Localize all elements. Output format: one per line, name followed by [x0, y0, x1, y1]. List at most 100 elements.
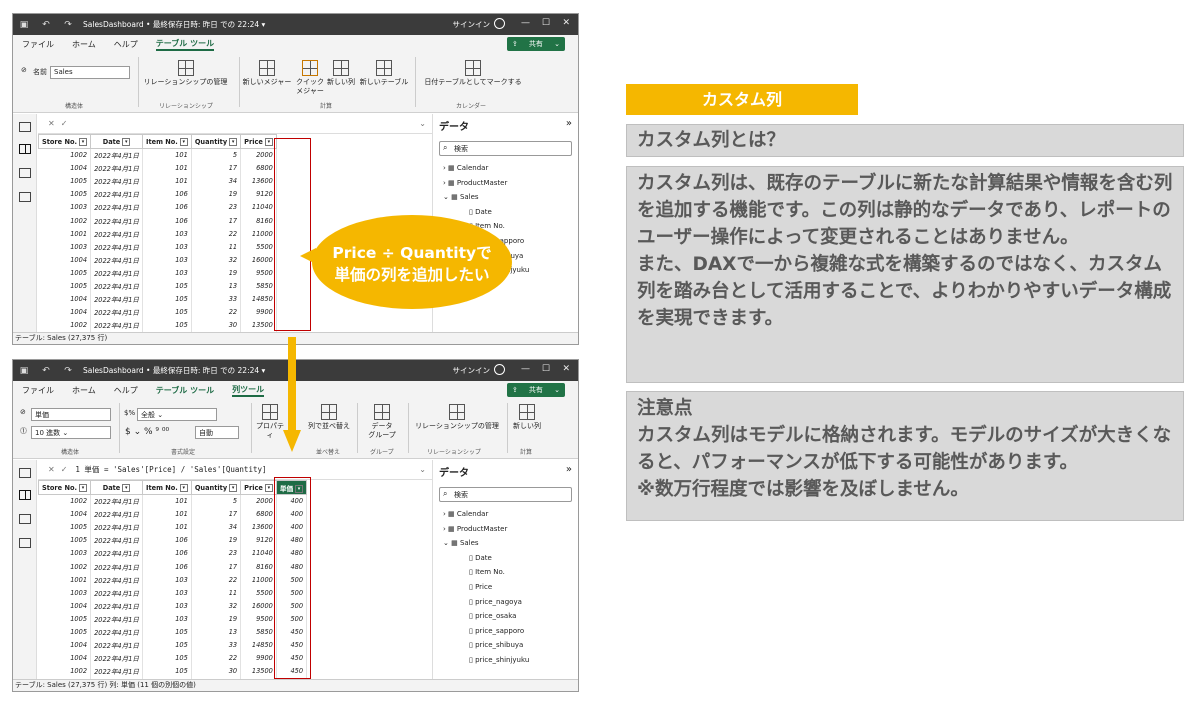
- table-row[interactable]: 1004 2022年4月1日 103 32 16000 500: [38, 599, 308, 613]
- filter-dropdown-icon[interactable]: ▾: [122, 483, 131, 492]
- table-cell[interactable]: 1005: [38, 533, 92, 547]
- table-row[interactable]: 1003 2022年4月1日 103 11 5500: [38, 240, 277, 254]
- datatype-select[interactable]: 10 進数 ⌄: [31, 426, 111, 439]
- filter-dropdown-icon[interactable]: ▾: [229, 137, 238, 146]
- table-cell[interactable]: 103: [142, 227, 192, 241]
- table-cell[interactable]: 2022年4月1日: [90, 227, 144, 241]
- table-row[interactable]: 1005 2022年4月1日 101 34 13600: [38, 174, 277, 188]
- model-view-icon[interactable]: [19, 514, 31, 524]
- table-cell[interactable]: 11: [191, 240, 242, 254]
- redo-icon[interactable]: ↷: [57, 366, 79, 376]
- table-cell[interactable]: 2022年4月1日: [90, 200, 144, 214]
- tree-field-item[interactable]: ▯ Date: [469, 208, 492, 216]
- table-cell[interactable]: 11: [191, 586, 242, 600]
- close-button[interactable]: ✕: [562, 18, 570, 28]
- table-cell[interactable]: 103: [142, 266, 192, 280]
- table-row[interactable]: 1005 2022年4月1日 101 34 13600 400: [38, 520, 308, 534]
- model-view-icon[interactable]: [19, 168, 31, 178]
- column-header[interactable]: Item No. ▾: [142, 134, 192, 149]
- column-header[interactable]: Quantity ▾: [190, 134, 242, 149]
- table-cell[interactable]: 14850: [240, 638, 277, 652]
- table-cell[interactable]: 13600: [240, 174, 277, 188]
- formula-bar[interactable]: ✕ ✓ 1 単価 = 'Sales'[Price] / 'Sales'[Quanti…: [38, 460, 432, 480]
- table-cell[interactable]: 2022年4月1日: [90, 279, 144, 293]
- column-name-input[interactable]: 単価: [31, 408, 111, 421]
- table-row[interactable]: 1002 2022年4月1日 101 5 2000: [38, 148, 277, 162]
- table-cell[interactable]: 33: [191, 638, 242, 652]
- table-cell[interactable]: 103: [142, 573, 192, 587]
- table-cell[interactable]: 17: [191, 559, 242, 574]
- table-cell[interactable]: 1004: [38, 507, 92, 521]
- table-cell[interactable]: 105: [142, 638, 192, 652]
- table-cell[interactable]: 9120: [240, 187, 277, 201]
- close-button[interactable]: ✕: [562, 364, 570, 374]
- table-cell[interactable]: 6800: [240, 161, 277, 175]
- save-icon[interactable]: ▣: [13, 20, 35, 30]
- share-button[interactable]: ⇪ 共有 ⌄: [506, 383, 565, 397]
- table-cell[interactable]: 1002: [38, 213, 92, 228]
- table-cell[interactable]: 14850: [240, 292, 277, 306]
- table-cell[interactable]: 5850: [240, 625, 277, 639]
- table-row[interactable]: 1002 2022年4月1日 105 30 13500 450: [38, 664, 308, 678]
- table-cell[interactable]: 22: [191, 305, 242, 319]
- tree-table-item[interactable]: ⌄ ▦ Sales: [443, 539, 479, 547]
- table-view-icon[interactable]: [19, 144, 31, 154]
- table-cell[interactable]: 1002: [38, 318, 92, 332]
- table-cell[interactable]: 19: [191, 533, 242, 547]
- table-cell[interactable]: 2022年4月1日: [90, 240, 144, 254]
- tree-table-item[interactable]: › ▦ ProductMaster: [443, 179, 507, 187]
- table-cell[interactable]: 106: [142, 187, 192, 201]
- table-cell[interactable]: 1001: [38, 227, 92, 241]
- table-cell[interactable]: 2022年4月1日: [90, 174, 144, 188]
- table-cell[interactable]: 2022年4月1日: [90, 161, 144, 175]
- table-cell[interactable]: 1005: [38, 625, 92, 639]
- table-cell[interactable]: 2022年4月1日: [90, 494, 144, 508]
- table-row[interactable]: 1002 2022年4月1日 101 5 2000 400: [38, 494, 308, 508]
- table-cell[interactable]: 2022年4月1日: [90, 318, 144, 332]
- table-cell[interactable]: 2022年4月1日: [90, 625, 144, 639]
- table-row[interactable]: 1003 2022年4月1日 106 23 11040 480: [38, 546, 308, 560]
- table-cell[interactable]: 30: [191, 664, 242, 678]
- cancel-icon[interactable]: ✕: [48, 465, 55, 474]
- tree-field-item[interactable]: ▯ price_nagoya: [469, 598, 522, 606]
- sort-by-column-button[interactable]: 列で並べ替え: [307, 404, 351, 431]
- table-cell[interactable]: 1003: [38, 240, 92, 254]
- manage-relationships-button[interactable]: リレーションシップの管理: [411, 404, 503, 431]
- table-cell[interactable]: 6800: [240, 507, 277, 521]
- table-row[interactable]: 1001 2022年4月1日 103 22 11000: [38, 227, 277, 241]
- commit-icon[interactable]: ✓: [61, 465, 68, 474]
- table-cell[interactable]: 2000: [240, 494, 277, 508]
- table-cell[interactable]: 5: [191, 148, 242, 162]
- column-header[interactable]: Item No. ▾: [142, 480, 192, 495]
- table-row[interactable]: 1004 2022年4月1日 103 32 16000: [38, 253, 277, 267]
- tree-field-item[interactable]: ▯ Price: [469, 583, 492, 591]
- table-row[interactable]: 1005 2022年4月1日 106 19 9120: [38, 187, 277, 201]
- table-cell[interactable]: 105: [142, 279, 192, 293]
- table-cell[interactable]: 101: [142, 161, 192, 175]
- table-cell[interactable]: 9900: [240, 305, 277, 319]
- table-cell[interactable]: 1004: [38, 651, 92, 665]
- window-title[interactable]: SalesDashboard • 最終保存日時: 昨日 での 22:24 ▾: [83, 365, 265, 376]
- table-cell[interactable]: 101: [142, 494, 192, 508]
- table-cell[interactable]: 2022年4月1日: [90, 559, 144, 574]
- table-cell[interactable]: 1002: [38, 148, 92, 162]
- table-cell[interactable]: 34: [191, 174, 242, 188]
- table-cell[interactable]: 2022年4月1日: [90, 651, 144, 665]
- new-table-button[interactable]: 新しいテーブル: [357, 60, 411, 87]
- table-row[interactable]: 1004 2022年4月1日 105 22 9900: [38, 305, 277, 319]
- column-header[interactable]: Date ▾: [90, 480, 144, 495]
- decimal-input[interactable]: 自動: [195, 426, 239, 439]
- table-cell[interactable]: 106: [142, 559, 192, 574]
- table-cell[interactable]: 19: [191, 187, 242, 201]
- report-view-icon[interactable]: [19, 468, 31, 478]
- filter-dropdown-icon[interactable]: ▾: [264, 137, 273, 146]
- table-cell[interactable]: 103: [142, 240, 192, 254]
- table-cell[interactable]: 1002: [38, 664, 92, 678]
- table-cell[interactable]: 11040: [240, 546, 277, 560]
- table-cell[interactable]: 34: [191, 520, 242, 534]
- table-cell[interactable]: 32: [191, 599, 242, 613]
- table-cell[interactable]: 1003: [38, 546, 92, 560]
- tab-home[interactable]: ホーム: [72, 39, 96, 50]
- table-cell[interactable]: 13: [191, 279, 242, 293]
- currency-percent-controls[interactable]: $ ⌄ % ⁹ ⁰⁰: [125, 427, 169, 437]
